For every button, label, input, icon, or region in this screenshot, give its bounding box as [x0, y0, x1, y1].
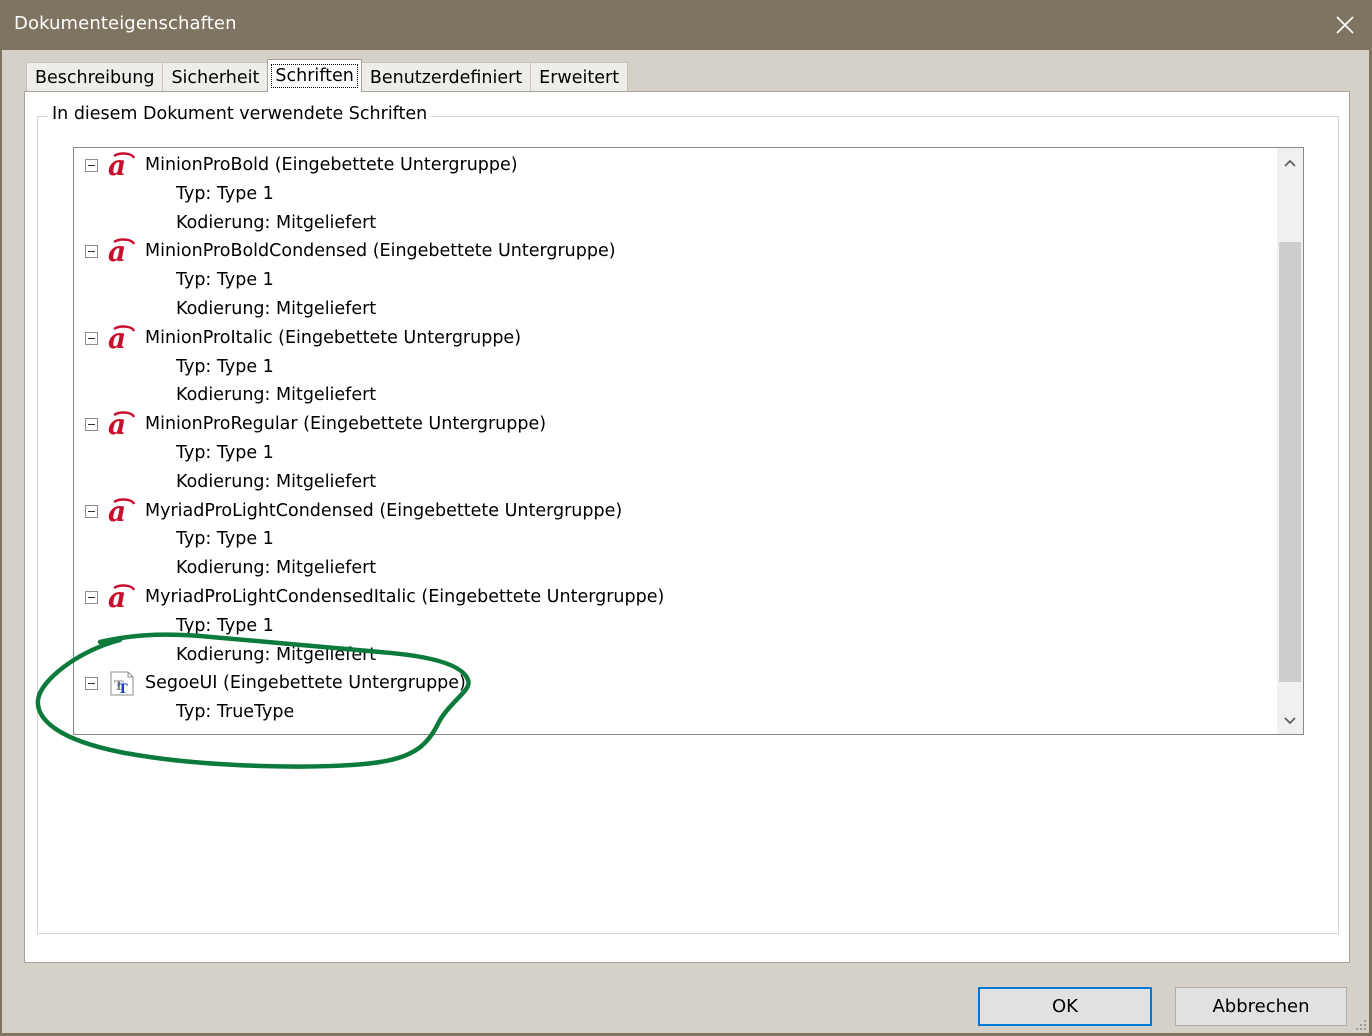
font-type-text: Typ: TrueType	[176, 702, 295, 723]
tab-benutzerdefiniert[interactable]: Benutzerdefiniert	[360, 62, 532, 92]
vertical-scrollbar[interactable]	[1277, 148, 1303, 734]
scrollbar-thumb[interactable]	[1279, 242, 1301, 682]
close-button[interactable]	[1328, 8, 1362, 42]
font-tree-item[interactable]: a MyriadProLightCondensed (Eingebettete U…	[74, 495, 1277, 528]
font-type-detail[interactable]: Typ: Type 1	[74, 525, 1277, 554]
svg-text:a: a	[108, 411, 126, 438]
font-encoding-detail[interactable]: Kodierung: Mitgeliefert	[74, 468, 1277, 497]
font-tree-item[interactable]: a MinionProRegular (Eingebettete Untergru…	[74, 408, 1277, 441]
font-encoding-text: Kodierung: Mitgeliefert	[176, 558, 377, 579]
font-encoding-detail[interactable]: Kodierung: Mitgeliefert	[74, 209, 1277, 238]
font-encoding-detail[interactable]: Kodierung: Mitgeliefert	[74, 641, 1277, 670]
collapse-toggle-icon[interactable]	[85, 418, 98, 432]
font-name: MyriadProLightCondensed (Eingebettete Un…	[145, 500, 623, 521]
collapse-toggle-icon[interactable]	[85, 159, 98, 172]
font-type-detail[interactable]: Typ: Type 1	[74, 180, 1277, 209]
font-name: MinionProBoldCondensed (Eingebettete Unt…	[145, 241, 616, 262]
font-type-detail[interactable]: Typ: Type 1	[74, 353, 1277, 382]
svg-text:a: a	[108, 498, 126, 525]
resize-grip-icon[interactable]	[1353, 1017, 1367, 1031]
tab-bar: Beschreibung Sicherheit Schriften Benutz…	[26, 59, 629, 92]
font-type-detail[interactable]: Typ: Type 1	[74, 612, 1277, 641]
tab-sicherheit[interactable]: Sicherheit	[162, 62, 269, 92]
font-encoding-text: Kodierung: Mitgeliefert	[176, 212, 377, 233]
font-type-text: Typ: Type 1	[176, 529, 274, 550]
collapse-toggle-icon[interactable]	[85, 504, 98, 518]
fonts-group-box: In diesem Dokument verwendete Schriften …	[37, 104, 1339, 934]
font-tree-item[interactable]: T T SegoeUI (Eingebettete Untergruppe)	[74, 669, 1277, 698]
font-type-detail[interactable]: Typ: Type 1	[74, 439, 1277, 468]
svg-text:a: a	[108, 325, 126, 352]
tab-schriften[interactable]: Schriften	[267, 59, 362, 92]
font-tree-item[interactable]: a MinionProBold (Eingebettete Untergruppe…	[74, 149, 1277, 182]
svg-text:T: T	[118, 682, 128, 697]
tab-erweitert[interactable]: Erweitert	[530, 62, 629, 92]
font-name: MyriadProLightCondensedItalic (Eingebett…	[145, 586, 665, 607]
font-type-detail[interactable]: Typ: TrueType	[74, 698, 1277, 727]
title-bar: Dokumenteigenschaften	[0, 0, 1372, 50]
collapse-toggle-icon[interactable]	[85, 677, 98, 691]
font-encoding-text: Kodierung: Mitgeliefert	[176, 471, 377, 492]
chevron-down-icon[interactable]	[1283, 714, 1297, 728]
collapse-toggle-icon[interactable]	[85, 245, 98, 259]
font-name: MinionProRegular (Eingebettete Untergrup…	[145, 414, 547, 435]
fonts-tree-rows: a MinionProBold (Eingebettete Untergruppe…	[74, 149, 1277, 727]
type1-font-icon: a	[108, 322, 136, 355]
window-title: Dokumenteigenschaften	[14, 13, 237, 34]
font-name: MinionProItalic (Eingebettete Untergrupp…	[145, 327, 522, 348]
font-type-text: Typ: Type 1	[176, 183, 274, 204]
font-type-detail[interactable]: Typ: Type 1	[74, 266, 1277, 295]
font-tree-item[interactable]: a MinionProBoldCondensed (Eingebettete Un…	[74, 235, 1277, 268]
cancel-button[interactable]: Abbrechen	[1175, 987, 1347, 1026]
font-encoding-detail[interactable]: Kodierung: Mitgeliefert	[74, 381, 1277, 410]
font-encoding-text: Kodierung: Mitgeliefert	[176, 298, 377, 319]
type1-font-icon: a	[108, 149, 136, 182]
fonts-tree-view[interactable]: a MinionProBold (Eingebettete Untergruppe…	[73, 147, 1304, 735]
ok-button[interactable]: OK	[978, 987, 1152, 1026]
font-encoding-detail[interactable]: Kodierung: Mitgeliefert	[74, 295, 1277, 324]
font-encoding-text: Kodierung: Mitgeliefert	[176, 644, 377, 665]
collapse-toggle-icon[interactable]	[85, 331, 98, 345]
font-name: SegoeUI (Eingebettete Untergruppe)	[145, 673, 466, 694]
tab-panel-schriften: In diesem Dokument verwendete Schriften …	[24, 91, 1350, 963]
font-type-text: Typ: Type 1	[176, 270, 274, 291]
truetype-font-icon: TT	[108, 670, 136, 697]
type1-font-icon: a	[108, 408, 136, 441]
chevron-up-icon[interactable]	[1283, 156, 1297, 170]
font-encoding-text: Kodierung: Mitgeliefert	[176, 385, 377, 406]
type1-font-icon: a	[108, 581, 136, 614]
svg-text:a: a	[108, 152, 126, 179]
type1-font-icon: a	[108, 495, 136, 528]
font-name: MinionProBold (Eingebettete Untergruppe)	[145, 155, 518, 175]
close-icon	[1336, 16, 1354, 34]
font-type-text: Typ: Type 1	[176, 615, 274, 636]
dialog-body: Beschreibung Sicherheit Schriften Benutz…	[2, 50, 1369, 1033]
tab-beschreibung[interactable]: Beschreibung	[26, 62, 164, 92]
font-type-text: Typ: Type 1	[176, 356, 274, 377]
font-tree-item[interactable]: a MyriadProLightCondensedItalic (Eingebet…	[74, 581, 1277, 614]
svg-text:a: a	[108, 584, 126, 611]
collapse-toggle-icon[interactable]	[85, 590, 98, 604]
type1-font-icon: a	[108, 235, 136, 268]
font-tree-item[interactable]: a MinionProItalic (Eingebettete Untergrup…	[74, 322, 1277, 355]
font-type-text: Typ: Type 1	[176, 442, 274, 463]
fonts-group-label: In diesem Dokument verwendete Schriften	[48, 104, 432, 124]
svg-text:a: a	[108, 238, 126, 265]
font-encoding-detail[interactable]: Kodierung: Mitgeliefert	[74, 554, 1277, 583]
